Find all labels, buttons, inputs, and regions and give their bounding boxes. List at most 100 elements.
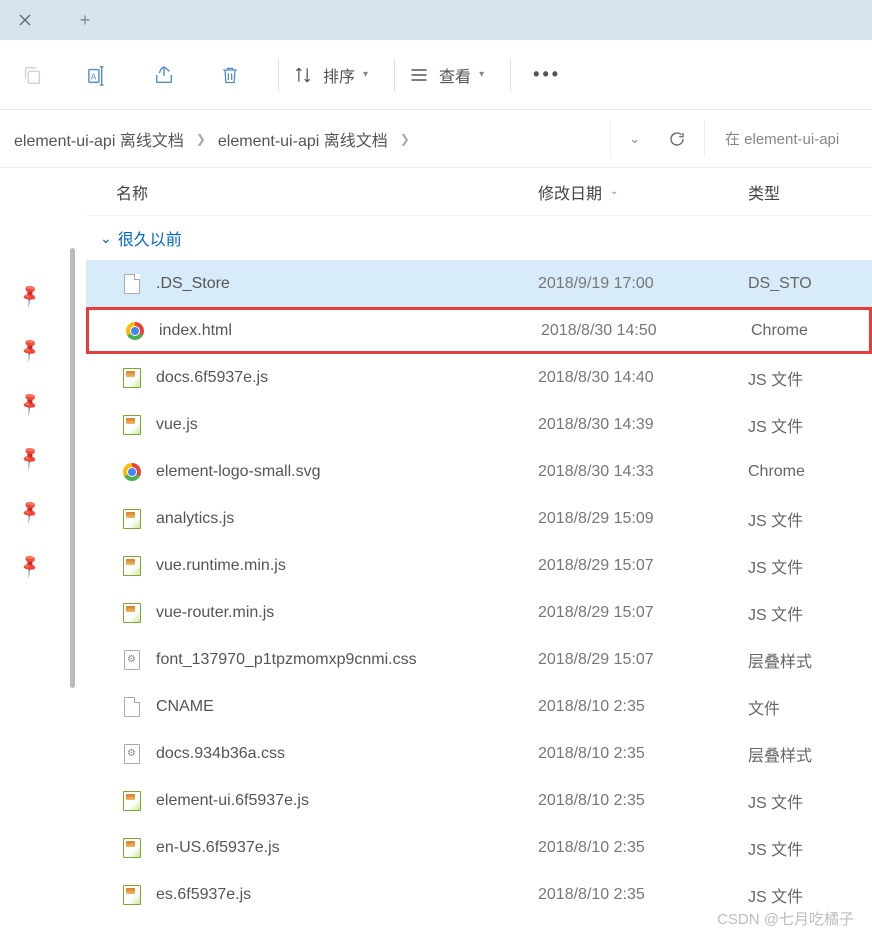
file-name: es.6f5937e.js	[156, 886, 251, 904]
file-date: 2018/8/30 14:33	[538, 463, 748, 481]
column-header-name[interactable]: 名称	[86, 180, 538, 204]
chevron-down-icon: ▾	[479, 69, 484, 80]
file-list-pane: 名称 修改日期⌄ 类型 ⌄ 很久以前 .DS_Store 2018/9/19 1…	[86, 168, 872, 945]
js-file-icon	[123, 885, 141, 905]
file-date: 2018/8/30 14:50	[541, 322, 751, 340]
file-date: 2018/8/30 14:40	[538, 369, 748, 387]
generic-file-icon	[124, 274, 140, 294]
file-row[interactable]: docs.6f5937e.js 2018/8/30 14:40 JS 文件	[86, 354, 872, 401]
toolbar-divider	[510, 59, 511, 91]
file-name: .DS_Store	[156, 275, 230, 293]
file-row[interactable]: vue-router.min.js 2018/8/29 15:07 JS 文件	[86, 589, 872, 636]
refresh-button[interactable]	[668, 130, 686, 148]
file-type: JS 文件	[748, 366, 872, 390]
js-file-icon	[123, 603, 141, 623]
chevron-right-icon: ❯	[190, 132, 212, 146]
file-name: analytics.js	[156, 510, 234, 528]
column-headers: 名称 修改日期⌄ 类型	[86, 168, 872, 216]
group-header[interactable]: ⌄ 很久以前	[86, 216, 872, 260]
copy-icon[interactable]	[10, 53, 54, 97]
file-type: 层叠样式	[748, 742, 872, 766]
pin-icon[interactable]: 📌	[16, 552, 44, 580]
sort-desc-icon: ⌄	[610, 186, 618, 197]
pin-icon[interactable]: 📌	[16, 282, 44, 310]
file-row[interactable]: vue.js 2018/8/30 14:39 JS 文件	[86, 401, 872, 448]
file-row[interactable]: docs.934b36a.css 2018/8/10 2:35 层叠样式	[86, 730, 872, 777]
file-name: element-ui.6f5937e.js	[156, 792, 309, 810]
sort-icon	[293, 65, 313, 85]
file-name: vue-router.min.js	[156, 604, 274, 622]
scrollbar[interactable]	[60, 168, 86, 945]
file-date: 2018/9/19 17:00	[538, 275, 748, 293]
file-name: docs.934b36a.css	[156, 745, 285, 763]
file-date: 2018/8/10 2:35	[538, 839, 748, 857]
more-button[interactable]: •••	[525, 53, 569, 97]
chrome-icon	[123, 463, 141, 481]
settings-file-icon	[124, 744, 140, 764]
search-input[interactable]: 在 element-ui-api	[704, 121, 864, 157]
file-row[interactable]: en-US.6f5937e.js 2018/8/10 2:35 JS 文件	[86, 824, 872, 871]
delete-icon[interactable]	[208, 53, 252, 97]
pin-icon[interactable]: 📌	[16, 390, 44, 418]
file-row[interactable]: element-logo-small.svg 2018/8/30 14:33 C…	[86, 448, 872, 495]
close-tab-button[interactable]	[10, 5, 40, 35]
file-row[interactable]: vue.runtime.min.js 2018/8/29 15:07 JS 文件	[86, 542, 872, 589]
js-file-icon	[123, 368, 141, 388]
file-row[interactable]: font_137970_p1tpzmomxp9cnmi.css 2018/8/2…	[86, 636, 872, 683]
new-tab-button[interactable]: +	[70, 5, 100, 35]
chrome-icon	[126, 322, 144, 340]
file-type: JS 文件	[748, 413, 872, 437]
pin-icon[interactable]: 📌	[16, 498, 44, 526]
file-date: 2018/8/10 2:35	[538, 792, 748, 810]
chevron-down-icon: ▾	[363, 69, 368, 80]
file-type: Chrome	[751, 322, 869, 340]
pin-icon[interactable]: 📌	[16, 336, 44, 364]
file-name: vue.runtime.min.js	[156, 557, 286, 575]
toolbar-divider	[278, 59, 279, 91]
breadcrumb-bar: element-ui-api 离线文档 ❯ element-ui-api 离线文…	[0, 110, 872, 168]
file-row[interactable]: .DS_Store 2018/9/19 17:00 DS_STO	[86, 260, 872, 307]
dropdown-chevron-icon[interactable]: ⌄	[629, 131, 640, 147]
file-name: index.html	[159, 322, 232, 340]
file-date: 2018/8/29 15:07	[538, 604, 748, 622]
watermark: CSDN @七月吃橘子	[717, 908, 854, 929]
file-name: docs.6f5937e.js	[156, 369, 268, 387]
file-type: JS 文件	[748, 601, 872, 625]
file-name: vue.js	[156, 416, 198, 434]
file-date: 2018/8/10 2:35	[538, 886, 748, 904]
svg-text:A: A	[91, 72, 97, 81]
file-name: font_137970_p1tpzmomxp9cnmi.css	[156, 651, 417, 669]
scroll-thumb[interactable]	[70, 248, 75, 688]
breadcrumb[interactable]: element-ui-api 离线文档 ❯ element-ui-api 离线文…	[8, 127, 610, 151]
ellipsis-icon: •••	[533, 64, 561, 85]
file-type: Chrome	[748, 463, 872, 481]
share-icon[interactable]	[142, 53, 186, 97]
settings-file-icon	[124, 650, 140, 670]
rename-icon[interactable]: A	[76, 53, 120, 97]
sort-button[interactable]: 排序 ▾	[293, 63, 368, 87]
file-row[interactable]: index.html 2018/8/30 14:50 Chrome	[86, 307, 872, 354]
pin-icon[interactable]: 📌	[16, 444, 44, 472]
file-row[interactable]: element-ui.6f5937e.js 2018/8/10 2:35 JS …	[86, 777, 872, 824]
column-header-date[interactable]: 修改日期⌄	[538, 180, 748, 204]
breadcrumb-item[interactable]: element-ui-api 离线文档	[212, 127, 394, 151]
js-file-icon	[123, 509, 141, 529]
chevron-right-icon: ❯	[394, 132, 416, 146]
file-date: 2018/8/30 14:39	[538, 416, 748, 434]
file-row[interactable]: analytics.js 2018/8/29 15:09 JS 文件	[86, 495, 872, 542]
breadcrumb-item[interactable]: element-ui-api 离线文档	[8, 127, 190, 151]
file-type: 文件	[748, 695, 872, 719]
view-button[interactable]: 查看 ▾	[409, 63, 484, 87]
file-row[interactable]: CNAME 2018/8/10 2:35 文件	[86, 683, 872, 730]
file-type: DS_STO	[748, 275, 872, 293]
file-type: JS 文件	[748, 836, 872, 860]
file-type: JS 文件	[748, 507, 872, 531]
file-type: JS 文件	[748, 789, 872, 813]
js-file-icon	[123, 791, 141, 811]
file-date: 2018/8/10 2:35	[538, 745, 748, 763]
file-name: CNAME	[156, 698, 214, 716]
chevron-down-icon: ⌄	[100, 230, 112, 247]
view-label: 查看	[439, 63, 471, 87]
column-header-type[interactable]: 类型	[748, 180, 872, 204]
js-file-icon	[123, 556, 141, 576]
